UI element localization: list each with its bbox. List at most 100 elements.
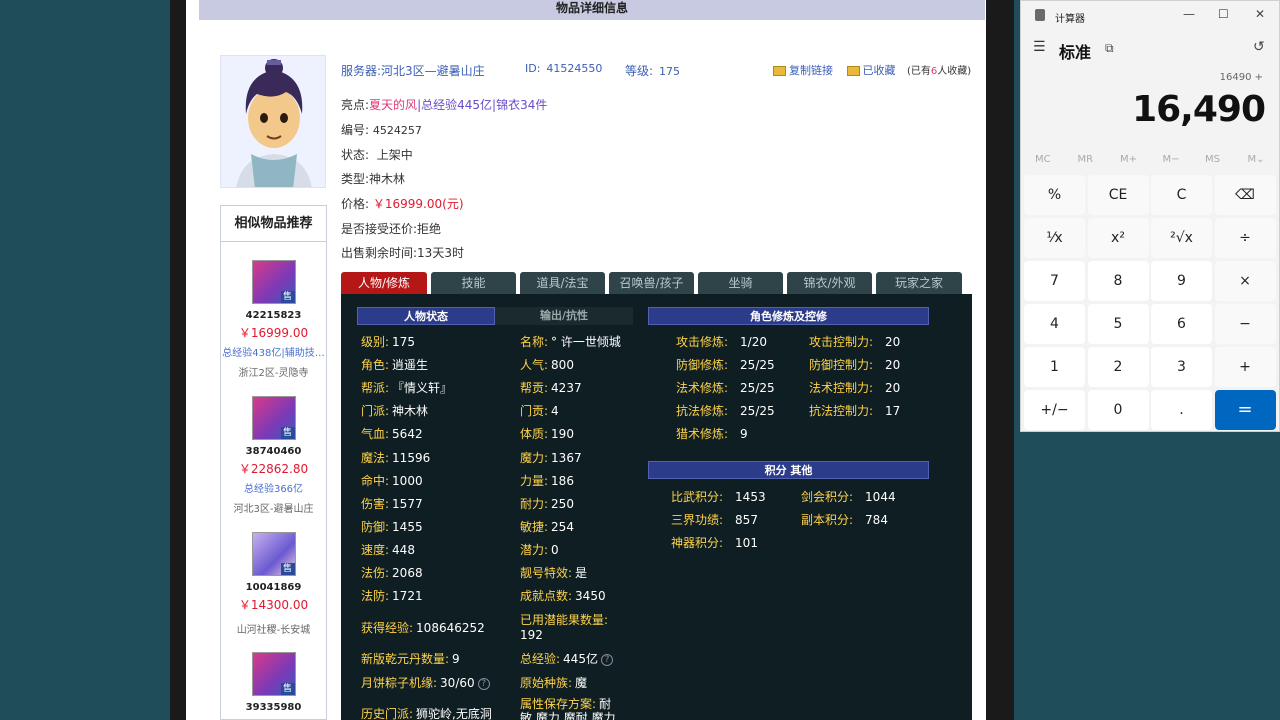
divide-button[interactable]: ÷ xyxy=(1214,218,1276,258)
clear-button[interactable]: C xyxy=(1151,175,1212,215)
stat-label: 名称: xyxy=(520,335,549,349)
digit-1-button[interactable]: 1 xyxy=(1024,347,1085,387)
sale-badge: 售 xyxy=(280,291,295,303)
memory-button[interactable]: MC xyxy=(1035,154,1051,165)
stat-value: 神木林 xyxy=(392,404,429,419)
stat-value: 190 xyxy=(551,427,574,442)
output-stat: 体质: 190 xyxy=(520,425,574,442)
level-value: 175 xyxy=(659,65,681,78)
output-stat: 成就点数: 3450 xyxy=(520,587,606,604)
points-stat: 三界功绩: 857 xyxy=(671,511,758,528)
minimize-button[interactable]: — xyxy=(1183,7,1195,21)
history-icon[interactable]: ↺ xyxy=(1253,39,1265,55)
stat-label: 防御: xyxy=(361,519,390,534)
digit-2-button[interactable]: 2 xyxy=(1087,347,1149,387)
backspace-button[interactable]: ⌫ xyxy=(1214,175,1276,215)
copy-link-button[interactable]: 复制链接 xyxy=(773,64,833,77)
reciprocal-button[interactable]: ¹⁄x xyxy=(1024,218,1085,258)
keep-on-top-icon[interactable]: ⧉ xyxy=(1105,41,1114,56)
window-border-left xyxy=(170,0,186,720)
digit-0-button[interactable]: 0 xyxy=(1087,390,1149,430)
digit-3-button[interactable]: 3 xyxy=(1151,347,1212,387)
id-value: 41524550 xyxy=(546,62,603,75)
window-border-right xyxy=(986,0,1014,720)
help-icon[interactable]: ? xyxy=(477,677,490,690)
stat-label: 耐力: xyxy=(520,496,549,511)
memory-button[interactable]: M+ xyxy=(1120,154,1137,165)
tab-mounts[interactable]: 坐骑 xyxy=(698,272,783,294)
memory-button[interactable]: M⌄ xyxy=(1248,154,1265,165)
remaining-time-row: 出售剩余时间:13天3时 xyxy=(341,246,464,260)
output-subtab[interactable]: 输出/抗性 xyxy=(495,307,633,325)
square-root-button[interactable]: ²√x xyxy=(1151,218,1212,258)
digit-8-button[interactable]: 8 xyxy=(1087,261,1149,301)
clear-entry-button[interactable]: CE xyxy=(1087,175,1149,215)
output-stat: 帮贡: 4237 xyxy=(520,379,582,396)
square-button[interactable]: x² xyxy=(1087,218,1149,258)
tab-items[interactable]: 道具/法宝 xyxy=(520,272,605,294)
subtract-button[interactable]: − xyxy=(1214,304,1276,344)
help-icon[interactable]: ? xyxy=(600,653,613,666)
counter-offer-row: 是否接受还价:拒绝 xyxy=(341,222,442,236)
add-button[interactable]: + xyxy=(1214,347,1276,387)
digit-7-button[interactable]: 7 xyxy=(1024,261,1085,301)
menu-icon[interactable]: ☰ xyxy=(1033,39,1046,55)
similar-item-card[interactable]: 售 10041869 ￥14300.00 山河社稷-长安城 xyxy=(221,532,326,636)
item-thumbnail[interactable]: 售 xyxy=(251,532,296,576)
item-thumbnail[interactable]: 售 xyxy=(251,396,296,440)
favorite-count: (已有6人收藏) xyxy=(907,66,972,77)
percent-button[interactable]: % xyxy=(1024,175,1085,215)
tab-home[interactable]: 玩家之家 xyxy=(876,272,962,294)
digit-4-button[interactable]: 4 xyxy=(1024,304,1085,344)
multiply-button[interactable]: × xyxy=(1214,261,1276,301)
highlight-row: 亮点:夏天的风|总经验445亿|锦衣34件 xyxy=(341,98,548,112)
stat-value: 857 xyxy=(735,513,758,528)
maximize-button[interactable]: ☐ xyxy=(1218,7,1229,21)
stat-label: 敏捷: xyxy=(520,519,549,534)
stat-value: 101 xyxy=(735,536,758,551)
similar-item-card[interactable]: 售 39335980 xyxy=(221,652,326,713)
tab-character[interactable]: 人物/修炼 xyxy=(341,272,427,294)
digit-5-button[interactable]: 5 xyxy=(1087,304,1149,344)
stat-value: 逍遥生 xyxy=(392,358,429,373)
similar-item-card[interactable]: 售 42215823 ￥16999.00 总经验438亿|辅助技… 浙江2区-灵… xyxy=(221,260,326,379)
memory-button[interactable]: MS xyxy=(1205,154,1220,165)
page-title: 物品详细信息 xyxy=(199,0,985,20)
status-row: 状态: 上架中 xyxy=(341,148,413,162)
stat-label: 攻击修炼: xyxy=(676,335,729,349)
item-highlight[interactable]: 总经验366亿 xyxy=(221,480,326,495)
calculator-app-icon xyxy=(1035,9,1045,21)
stat-label: 比武积分: xyxy=(671,490,724,504)
tab-pets[interactable]: 召唤兽/孩子 xyxy=(609,272,694,294)
memory-button[interactable]: M− xyxy=(1163,154,1180,165)
stat-label: 剑会积分: xyxy=(801,490,854,504)
item-highlight[interactable]: 总经验438亿|辅助技… xyxy=(221,344,326,359)
similar-items-sidebar: 相似物品推荐 售 42215823 ￥16999.00 总经验438亿|辅助技…… xyxy=(220,205,327,720)
stat-value: 1367 xyxy=(551,450,582,465)
control-stat: 抗法控制力: 17 xyxy=(809,402,900,419)
stat-value: 20 xyxy=(885,335,901,349)
equals-button[interactable]: = xyxy=(1214,390,1276,430)
item-id: 10041869 xyxy=(245,582,302,593)
output-stat: 力量: 186 xyxy=(520,472,574,489)
negate-button[interactable]: +/− xyxy=(1024,390,1085,430)
item-thumbnail[interactable]: 售 xyxy=(251,260,296,304)
status-subtab[interactable]: 人物状态 xyxy=(357,307,495,325)
tab-outfits[interactable]: 锦衣/外观 xyxy=(787,272,872,294)
cultivation-stat: 防御修炼: 25/25 xyxy=(676,356,775,373)
stat-value: 1/20 xyxy=(740,335,767,349)
output-stat: 人气: 800 xyxy=(520,356,574,373)
digit-6-button[interactable]: 6 xyxy=(1151,304,1212,344)
memory-button[interactable]: MR xyxy=(1078,154,1094,165)
stat-value: 4237 xyxy=(551,381,582,396)
favorite-button[interactable]: 已收藏 xyxy=(846,64,896,77)
tab-skills[interactable]: 技能 xyxy=(431,272,516,294)
status-stat: 帮派: 『情义轩』 xyxy=(361,379,452,396)
stat-value: 448 xyxy=(392,542,415,557)
close-button[interactable]: ✕ xyxy=(1255,7,1265,21)
folder-icon xyxy=(773,66,786,76)
digit-9-button[interactable]: 9 xyxy=(1151,261,1212,301)
decimal-button[interactable]: . xyxy=(1151,390,1212,430)
item-thumbnail[interactable]: 售 xyxy=(251,652,296,696)
similar-item-card[interactable]: 售 38740460 ￥22862.80 总经验366亿 河北3区-避暑山庄 xyxy=(221,396,326,515)
